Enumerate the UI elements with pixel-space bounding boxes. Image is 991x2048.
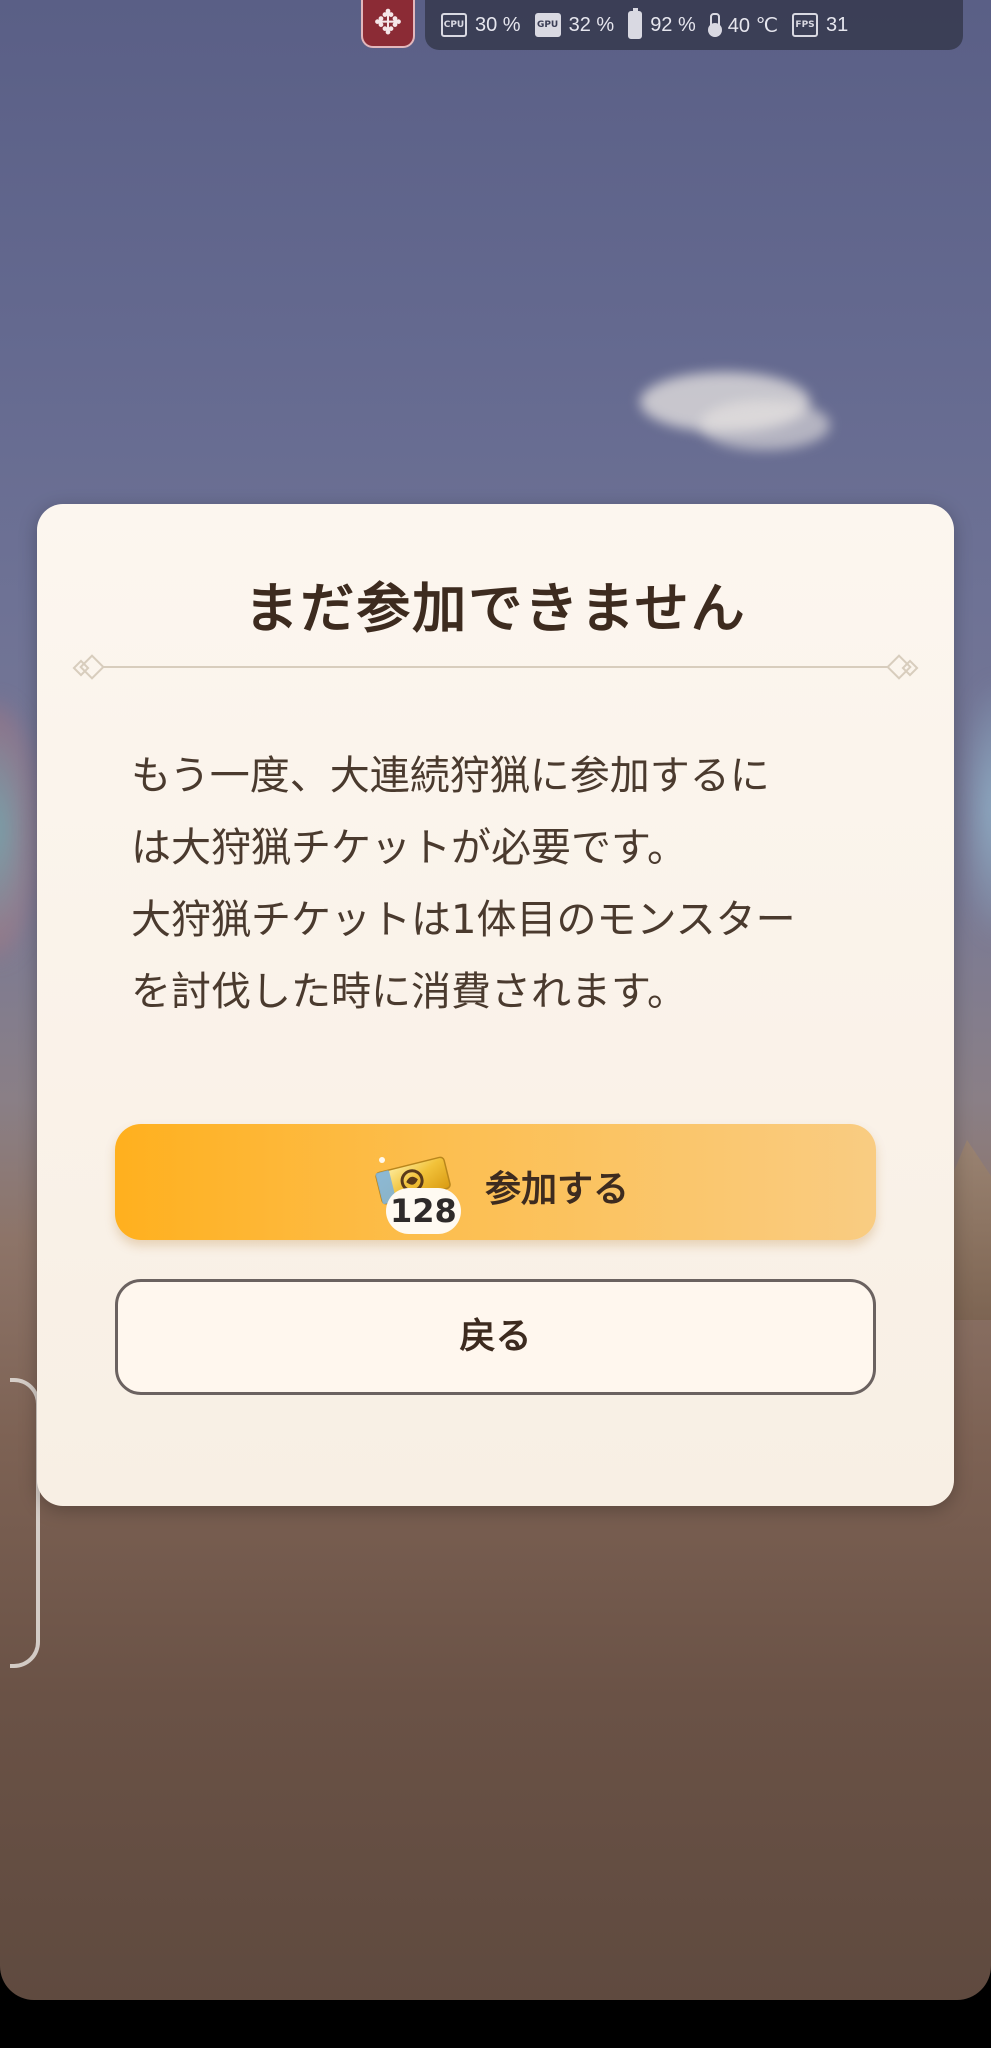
fps-stat: FPS 31 xyxy=(792,13,848,37)
message-line: 大狩猟チケットは1体目のモンスター xyxy=(131,897,796,943)
gpu-value: 32 % xyxy=(568,13,615,36)
thermometer-icon xyxy=(707,13,722,37)
battery-value: 92 % xyxy=(650,13,696,36)
divider-line xyxy=(103,666,888,668)
dialog-title: まだ参加できません xyxy=(244,577,747,640)
background-glow xyxy=(0,700,40,960)
join-button[interactable]: 128 参加する xyxy=(115,1124,876,1240)
fps-value: 31 xyxy=(826,13,849,36)
message-line: もう一度、大連続狩猟に参加するに xyxy=(131,753,770,799)
battery-icon xyxy=(628,8,643,39)
background-glow xyxy=(961,680,991,940)
cpu-icon: CPU xyxy=(441,13,467,37)
temperature-stat: 40 ℃ xyxy=(707,13,779,38)
message-line: は大狩猟チケットが必要です。 xyxy=(131,825,687,871)
temperature-value: 40 ℃ xyxy=(727,14,779,37)
game-screen: ✥ CPU 30 % GPU 32 % 92 % 40 ℃ FPS 31 まだ参… xyxy=(0,0,991,2000)
cannot-join-dialog: まだ参加できません もう一度、大連続狩猟に参加するに は大狩猟チケットが必要です… xyxy=(37,504,954,1506)
back-button[interactable]: 戻る xyxy=(115,1279,876,1395)
performance-overlay: CPU 30 % GPU 32 % 92 % 40 ℃ FPS 31 xyxy=(425,0,963,50)
message-line: を討伐した時に消費されます。 xyxy=(131,969,687,1015)
gpu-icon: GPU xyxy=(534,13,561,37)
ticket-count-badge: 128 xyxy=(386,1188,461,1234)
battery-stat: 92 % xyxy=(628,8,696,39)
cloud xyxy=(700,400,830,450)
fps-icon: FPS xyxy=(792,13,819,37)
cpu-value: 30 % xyxy=(475,13,521,36)
move-arrows-icon[interactable]: ✥ xyxy=(361,0,415,48)
side-drawer-handle[interactable] xyxy=(10,1378,40,1668)
cpu-stat: CPU 30 % xyxy=(441,13,521,37)
back-button-label: 戻る xyxy=(459,1316,532,1357)
join-button-label: 参加する xyxy=(485,1169,630,1210)
gpu-stat: GPU 32 % xyxy=(534,13,615,37)
bottom-letterbox xyxy=(0,2000,991,2048)
dialog-message: もう一度、大連続狩猟に参加するに は大狩猟チケットが必要です。 大狩猟チケットは… xyxy=(131,740,891,1028)
title-divider xyxy=(72,654,919,680)
